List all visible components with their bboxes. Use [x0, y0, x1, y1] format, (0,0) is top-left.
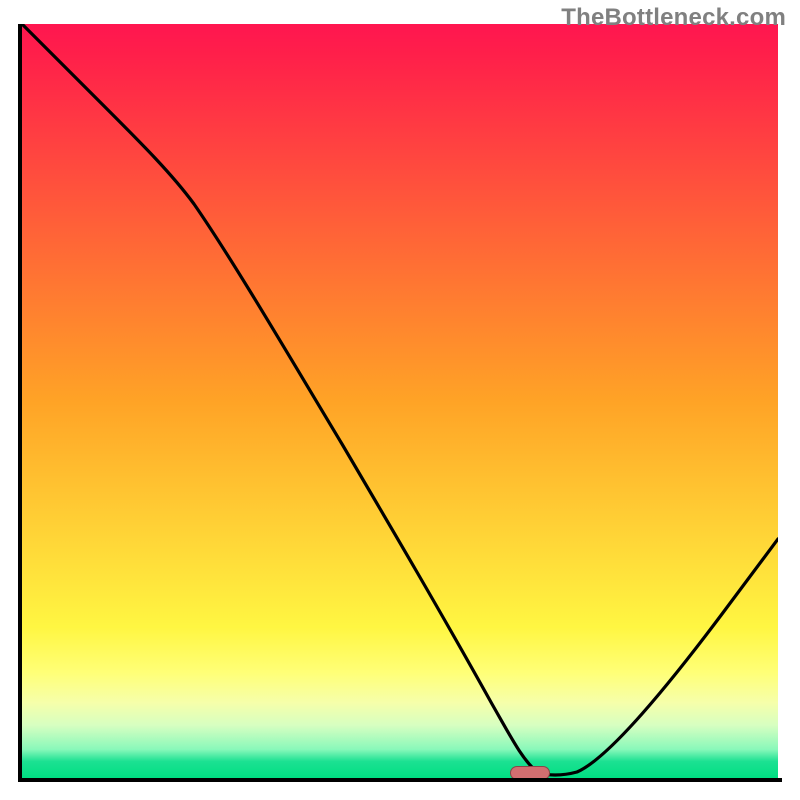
y-axis-line	[18, 24, 22, 782]
chart-gradient-background	[22, 24, 778, 778]
bottleneck-curve	[22, 24, 778, 778]
watermark-text: TheBottleneck.com	[561, 4, 786, 32]
x-axis-line	[18, 778, 782, 782]
curve-path	[22, 24, 778, 775]
